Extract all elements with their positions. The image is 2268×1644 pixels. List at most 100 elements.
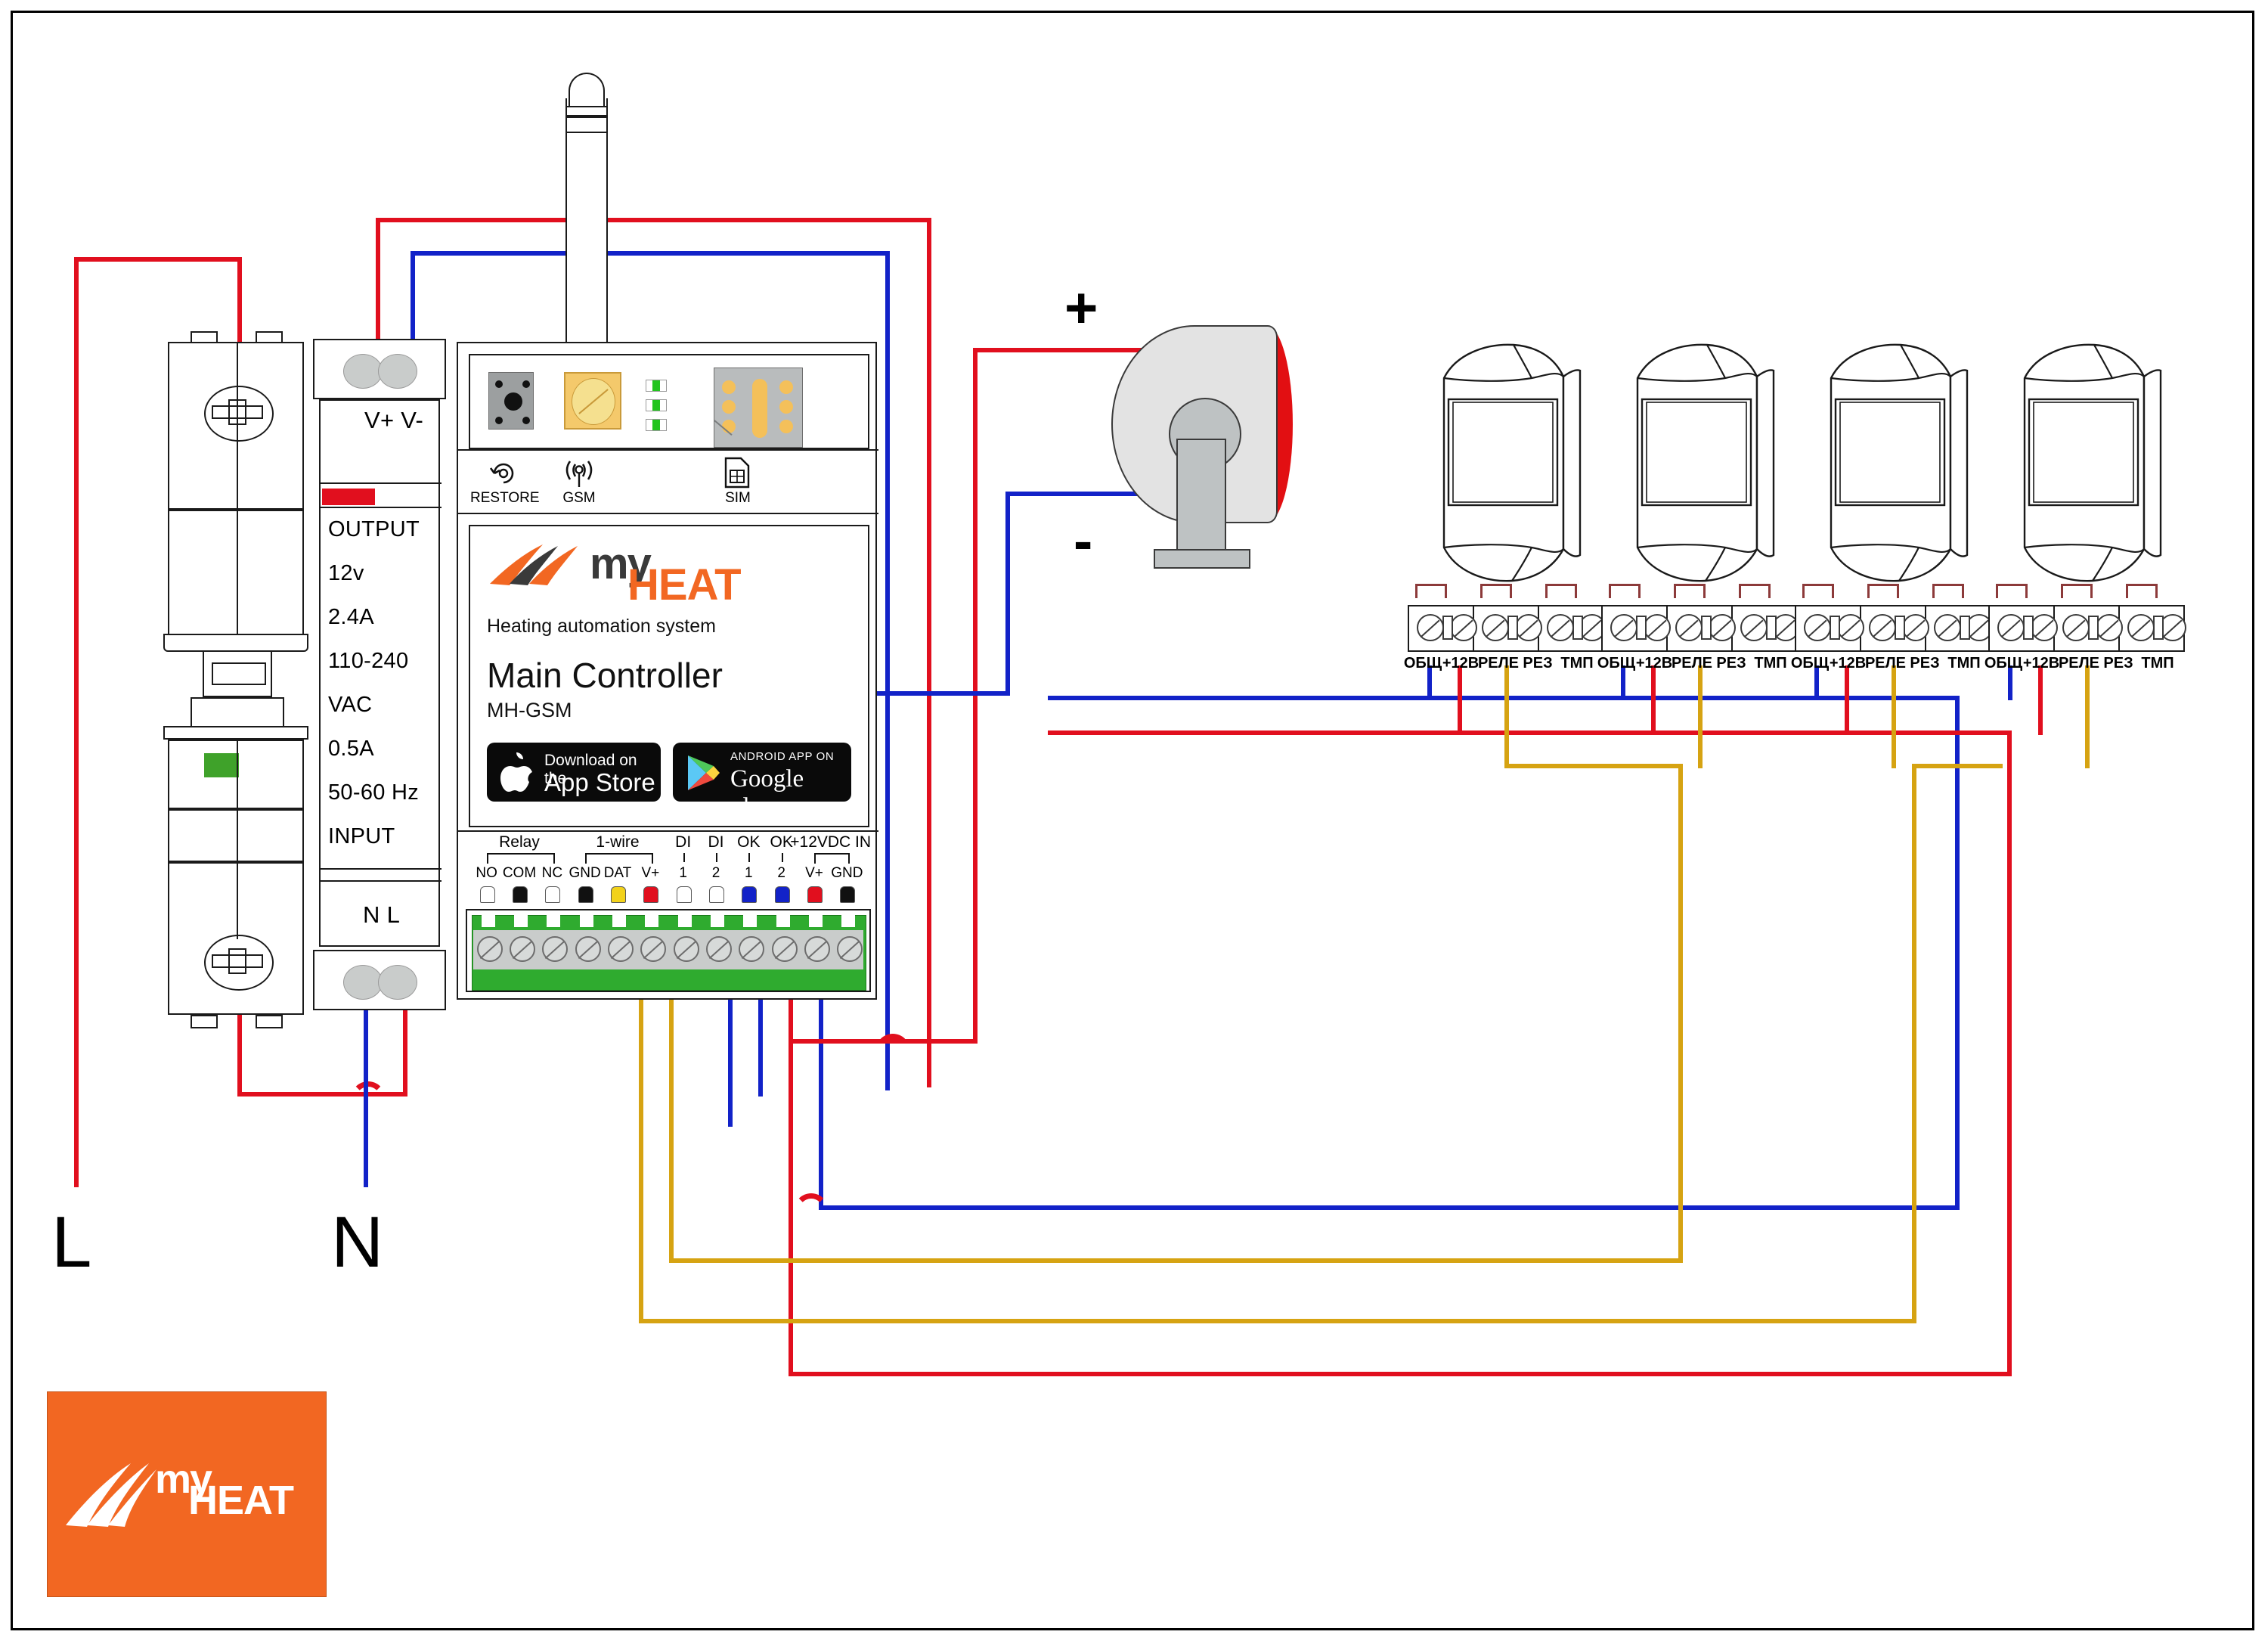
sensor-terminal-screw[interactable] <box>2096 614 2123 641</box>
sensor-terminal-screw[interactable] <box>1997 614 2025 641</box>
terminal-screw[interactable] <box>575 936 601 962</box>
sensor-terminal-label: +12В <box>1442 655 1479 672</box>
sensor-terminal-tab <box>1480 584 1512 598</box>
psu-spec-line: 0.5A <box>328 737 374 761</box>
sim-slot[interactable] <box>714 368 803 448</box>
breaker-center-line-1 <box>237 343 238 511</box>
sensor-terminal-screw[interactable] <box>1675 614 1703 641</box>
sensor-terminal-tab <box>1609 584 1641 598</box>
psu-bottom-connector <box>313 950 446 1010</box>
sensor-terminal-screw[interactable] <box>1837 614 1864 641</box>
sensor-terminal-screw[interactable] <box>1869 614 1896 641</box>
sensor-terminal-screw[interactable] <box>1417 614 1444 641</box>
google-play-badge[interactable]: ANDROID APP ON Google play <box>673 743 851 820</box>
sensor-terminal-block[interactable] <box>1988 584 2186 652</box>
sensor-terminal-screw[interactable] <box>1610 614 1637 641</box>
app-store-badge[interactable]: Download on the App Store <box>487 743 661 802</box>
sim-pin-2 <box>722 400 736 414</box>
circuit-breaker[interactable] <box>163 331 308 1028</box>
terminal-notch <box>612 915 626 927</box>
terminal-wire-cap <box>611 886 626 903</box>
sensor-terminal-screw[interactable] <box>1450 614 1477 641</box>
wire-psu-L <box>403 1006 407 1097</box>
sensor-terminal-screw[interactable] <box>1804 614 1831 641</box>
main-controller[interactable]: RESTORE GSM SIM my HEAT Heating automati… <box>457 342 878 1000</box>
siren-stand-base <box>1154 549 1250 569</box>
terminal-notch <box>514 915 528 927</box>
breaker-lever-top[interactable] <box>203 650 272 697</box>
sensor-terminal-screw[interactable] <box>1644 614 1671 641</box>
sensor-terminal-screw[interactable] <box>2031 614 2058 641</box>
sensor-terminal-bar <box>1960 616 1970 640</box>
gsm-label: GSM <box>562 490 596 506</box>
controller-terminal-block[interactable] <box>466 909 871 992</box>
sensor-terminal-label: РЕЗ <box>2103 655 2133 672</box>
wire-bus-relay-v1 <box>1678 764 1683 1263</box>
terminal-screw[interactable] <box>673 936 699 962</box>
wire-bus-relay-h1 <box>1504 764 1683 768</box>
sensor-terminal-bar <box>1572 616 1583 640</box>
sensor-terminal-tab <box>1932 584 1964 598</box>
power-supply-unit[interactable]: V+ V- OUTPUT 12v 2.4A 110-240 VAC 0.5A 50-60 H… <box>313 339 446 1010</box>
wire-bus-relay-v2 <box>1912 764 1916 1323</box>
sensor-terminal-screw[interactable] <box>1482 614 1509 641</box>
sensor-terminal-screw[interactable] <box>1515 614 1542 641</box>
psu-spec-line: 12v <box>328 561 364 585</box>
sensor-terminal-label: ТМП <box>1947 655 1981 672</box>
antenna-connector[interactable] <box>564 372 621 430</box>
controller-label-card: my HEAT Heating automation system Main C… <box>469 525 869 827</box>
restore-icon <box>489 463 514 484</box>
breaker-mid-body <box>168 510 304 641</box>
breaker-center-line-5 <box>237 864 238 939</box>
terminal-wire-cap <box>545 886 561 903</box>
sensor-terminal-bar <box>2153 616 2164 640</box>
terminal-screw[interactable] <box>510 936 535 962</box>
terminal-screw[interactable] <box>771 936 798 962</box>
terminal-screw[interactable] <box>804 936 830 962</box>
sensor-terminal-bar <box>1766 616 1777 640</box>
sensor-terminal-label: ТМП <box>2141 655 2174 672</box>
wire-bus-common-bottom <box>819 1205 1960 1210</box>
sensor-terminal-label: +12В <box>1635 655 1673 672</box>
terminal-notch <box>809 915 823 927</box>
breaker-label-body <box>168 740 304 811</box>
sensor-terminal-screw[interactable] <box>2127 614 2155 641</box>
sensor-terminal-block[interactable] <box>1601 584 1799 652</box>
sim-eject-slot <box>752 379 767 438</box>
sensor-terminal-block[interactable] <box>1795 584 1993 652</box>
terminal-screw[interactable] <box>608 936 634 962</box>
sensor-terminal-screw[interactable] <box>1902 614 1929 641</box>
psu-divider-4 <box>321 880 442 882</box>
sensor-terminal-labels: ОБЩ +12В РЕЛЕ РЕЗ ТМП <box>1402 655 1607 678</box>
sensor-terminal-label: ОБЩ <box>1597 655 1636 672</box>
wire-psuVplus-up <box>376 218 380 348</box>
wire-ctl-gnd-down <box>819 983 823 1210</box>
wire-psuVplus-top <box>376 218 931 222</box>
sensor-terminal-screw[interactable] <box>1740 614 1768 641</box>
sensor-terminal-screw[interactable] <box>1547 614 1574 641</box>
sensor-terminal-label: РЕЛЕ <box>1477 655 1520 672</box>
restore-button[interactable] <box>488 372 534 430</box>
controller-title: Main Controller <box>487 656 723 695</box>
sensor-terminal-block[interactable] <box>1408 584 1606 652</box>
terminal-screw[interactable] <box>476 936 503 962</box>
breaker-bottom-tab-left <box>191 1015 218 1028</box>
psu-bottom-lobe-left <box>343 965 383 1000</box>
wire-bus-12v-right <box>2007 730 2012 1376</box>
pir-sensor-icon <box>2023 343 2162 582</box>
antenna-shaft <box>565 98 608 352</box>
myheat-flame-icon <box>490 544 578 585</box>
sensor-terminal-screw[interactable] <box>1934 614 1961 641</box>
siren-stand-post <box>1176 439 1226 554</box>
sim-pin-1 <box>722 380 736 394</box>
terminal-screw[interactable] <box>706 936 732 962</box>
wire-L-top <box>74 257 242 262</box>
terminal-wire-cap <box>479 886 495 903</box>
gsm-antenna <box>565 73 608 352</box>
psu-input-terminal-label: N L <box>363 901 401 928</box>
sensor-terminal-screw[interactable] <box>1709 614 1736 641</box>
sensor-terminal-tab <box>1415 584 1447 598</box>
sensor-terminal-screw[interactable] <box>2062 614 2090 641</box>
antenna-tip <box>569 73 605 109</box>
controller-legend-row: RESTORE GSM SIM <box>458 449 878 514</box>
